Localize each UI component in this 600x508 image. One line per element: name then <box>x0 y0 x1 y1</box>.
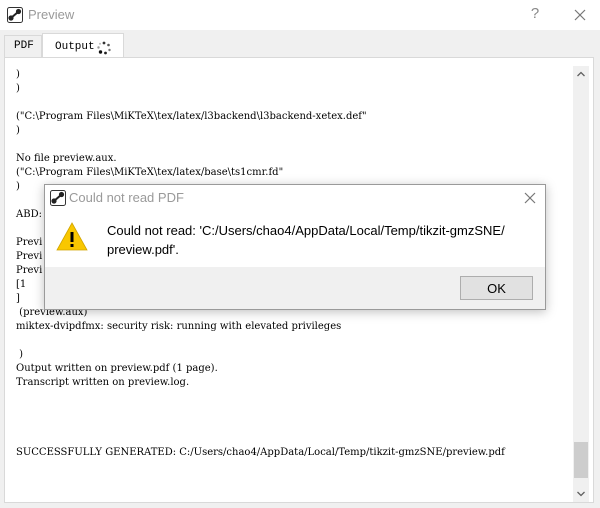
log-line: ("C:\Program Files\MiKTeX\tex/latex/l3ba… <box>16 111 367 122</box>
log-line: ("C:\Program Files\MiKTeX\tex/latex/base… <box>16 167 284 178</box>
log-line: No file preview.aux. <box>16 153 117 164</box>
warning-icon <box>56 221 88 253</box>
log-line: SUCCESSFULLY GENERATED: C:/Users/chao4/A… <box>16 447 505 458</box>
dialog-message: Could not read: 'C:/Users/chao4/AppData/… <box>107 221 527 259</box>
tab-pdf-label: PDF <box>14 40 34 52</box>
tab-bar: PDF Output <box>0 30 600 58</box>
close-icon[interactable] <box>515 185 545 211</box>
tab-pdf[interactable]: PDF <box>4 35 42 57</box>
scroll-down-icon[interactable] <box>573 486 589 502</box>
dialog-titlebar: Could not read PDF <box>45 185 545 211</box>
tab-output-label: Output <box>55 41 95 53</box>
loading-spinner-icon <box>96 40 112 55</box>
window-title: Preview <box>28 7 75 22</box>
ok-button[interactable]: OK <box>460 276 533 300</box>
dialog-body: Could not read: 'C:/Users/chao4/AppData/… <box>45 211 545 267</box>
dialog-message-line: preview.pdf'. <box>107 242 179 257</box>
close-icon[interactable] <box>562 0 598 30</box>
window-titlebar: Preview ? <box>0 0 600 30</box>
tikzit-app-icon <box>7 7 23 23</box>
help-icon[interactable]: ? <box>520 0 550 30</box>
log-line: ) <box>16 125 20 136</box>
log-line: miktex-dvipdfmx: security risk: running … <box>16 321 342 332</box>
error-dialog: Could not read PDF Could not read: 'C:/U… <box>44 184 546 310</box>
dialog-message-line: Could not read: 'C:/Users/chao4/AppData/… <box>107 223 505 238</box>
log-line: Transcript written on preview.log. <box>16 377 190 388</box>
scroll-up-icon[interactable] <box>573 66 589 82</box>
tikzit-app-icon <box>50 190 66 206</box>
log-line: ) <box>16 83 20 94</box>
tab-output[interactable]: Output <box>42 33 124 58</box>
log-line: Output written on preview.pdf (1 page). <box>16 363 218 374</box>
log-line: ) <box>16 69 20 80</box>
vertical-scrollbar[interactable] <box>573 66 589 502</box>
log-line: ) <box>16 349 24 360</box>
scrollbar-thumb[interactable] <box>574 442 588 478</box>
dialog-title: Could not read PDF <box>69 190 184 205</box>
